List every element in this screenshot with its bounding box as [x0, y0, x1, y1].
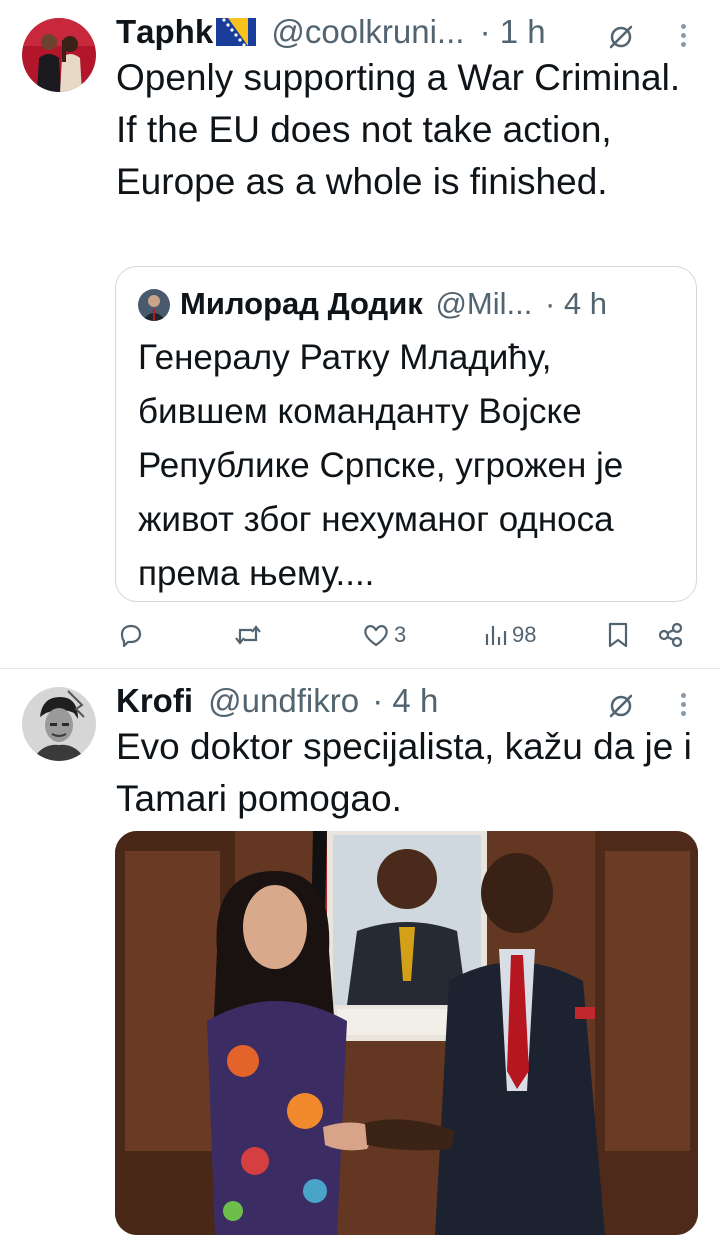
reply-button[interactable]: [116, 620, 150, 650]
quoted-tweet[interactable]: Милорад Додик @Mil... · 4 h Генералу Рат…: [115, 266, 697, 602]
quoted-user-avatar[interactable]: [138, 289, 170, 321]
heart-icon: [364, 625, 388, 647]
more-options-icon[interactable]: [679, 24, 687, 50]
tweet-text: Openly supporting a War Criminal. If the…: [116, 57, 681, 202]
quoted-text: Генералу Ратку Младићу, бившем командант…: [138, 338, 624, 593]
grok-icon[interactable]: [608, 24, 634, 50]
repost-button[interactable]: [232, 620, 268, 650]
separator-dot: ·: [544, 286, 556, 321]
timestamp[interactable]: 4 h: [392, 682, 438, 719]
tweet-text: Evo doktor specijalista, kažu da je i Ta…: [116, 726, 692, 819]
separator-dot: ·: [479, 13, 491, 50]
tweet-2[interactable]: Krofi @undfikro · 4 h Evo doktor specija…: [0, 669, 720, 1258]
separator-dot: ·: [372, 682, 384, 719]
more-options-icon[interactable]: [679, 693, 687, 719]
reply-icon: [120, 624, 142, 648]
share-icon: [658, 622, 683, 648]
views-icon: [485, 626, 507, 645]
share-button[interactable]: [656, 620, 686, 650]
quoted-display-name[interactable]: Милорад Додик: [180, 286, 423, 321]
display-name[interactable]: Krofi: [116, 682, 193, 719]
quoted-handle[interactable]: @Mil...: [435, 286, 532, 321]
quoted-timestamp[interactable]: 4 h: [564, 286, 607, 321]
display-name[interactable]: Tаphk: [116, 13, 213, 50]
bookmark-icon: [608, 622, 628, 648]
action-bar: 3 98: [116, 616, 696, 656]
views-count: 98: [512, 622, 537, 647]
tweet-1[interactable]: Tаphk @coolkruni... · 1 h Openly support…: [0, 0, 720, 668]
user-avatar[interactable]: [22, 687, 96, 761]
bosnia-herzegovina-flag-icon: [216, 18, 257, 47]
user-avatar[interactable]: [22, 18, 96, 92]
tweet-header: Krofi @undfikro · 4 h: [116, 681, 438, 721]
views-button[interactable]: 98: [484, 620, 536, 650]
like-button[interactable]: 3: [362, 620, 406, 650]
grok-icon[interactable]: [608, 693, 634, 719]
repost-icon: [235, 625, 261, 645]
like-count: 3: [394, 622, 407, 647]
user-handle[interactable]: @undfikro: [208, 682, 359, 719]
quoted-header: Милорад Додик @Mil... · 4 h: [180, 285, 607, 323]
bookmark-button[interactable]: [606, 620, 630, 650]
timestamp[interactable]: 1 h: [500, 13, 546, 50]
user-handle[interactable]: @coolkruni...: [271, 13, 464, 50]
tweet-header: Tаphk @coolkruni... · 1 h: [116, 12, 546, 52]
tweet-photo[interactable]: [115, 831, 698, 1235]
